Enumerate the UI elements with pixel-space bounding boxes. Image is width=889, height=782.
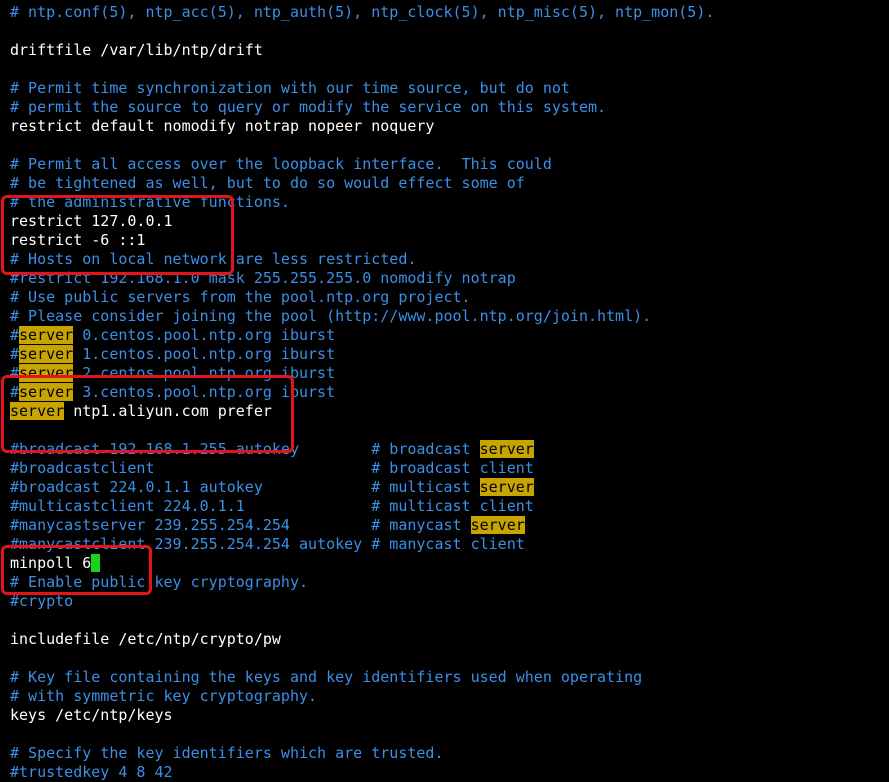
- config-line: restrict -6 ::1: [10, 231, 146, 249]
- config-line: #broadcastclient # broadcast client: [10, 459, 534, 477]
- line-text: #manycastserver 239.255.254.254 # manyca…: [10, 516, 471, 534]
- server-line: #server 1.centos.pool.ntp.org iburst: [10, 345, 335, 364]
- server-address: 0.centos.pool.ntp.org iburst: [73, 326, 336, 344]
- search-match-server: server: [479, 478, 534, 496]
- server-address: 3.centos.pool.ntp.org iburst: [73, 383, 336, 401]
- config-line: #multicastclient 224.0.1.1 # multicast c…: [10, 497, 534, 515]
- config-line: # with symmetric key cryptography.: [10, 687, 318, 705]
- config-line: #broadcast 224.0.1.1 autokey # multicast…: [10, 478, 534, 497]
- config-line: # Please consider joining the pool (http…: [10, 307, 652, 325]
- comment-hash: #: [10, 383, 20, 401]
- server-line: #server 0.centos.pool.ntp.org iburst: [10, 326, 335, 345]
- minpoll-line: minpoll 6: [10, 554, 101, 573]
- server-address: 1.centos.pool.ntp.org iburst: [73, 345, 336, 363]
- config-line: # Specify the key identifiers which are …: [10, 744, 444, 762]
- server-line: #server 3.centos.pool.ntp.org iburst: [10, 383, 335, 402]
- search-match-server: server: [479, 440, 534, 458]
- config-line: # the administrative functions.: [10, 193, 290, 211]
- search-match-server: server: [19, 383, 74, 401]
- config-line: #broadcast 192.168.1.255 autokey # broad…: [10, 440, 534, 459]
- config-line: #manycastserver 239.255.254.254 # manyca…: [10, 516, 525, 535]
- text-cursor[interactable]: [91, 554, 101, 572]
- comment-hash: #: [10, 364, 20, 382]
- config-line: #trustedkey 4 8 42: [10, 763, 173, 781]
- config-line: #manycastclient 239.255.254.254 autokey …: [10, 535, 525, 553]
- server-address: 2.centos.pool.ntp.org iburst: [73, 364, 336, 382]
- terminal-window[interactable]: # ntp.conf(5), ntp_acc(5), ntp_auth(5), …: [0, 0, 889, 781]
- search-match-server: server: [19, 364, 74, 382]
- config-line: # Key file containing the keys and key i…: [10, 668, 643, 686]
- config-line: keys /etc/ntp/keys: [10, 706, 173, 724]
- config-line: # Enable public key cryptography.: [10, 573, 309, 591]
- config-line: restrict default nomodify notrap nopeer …: [10, 117, 435, 135]
- config-line: # Permit all access over the loopback in…: [10, 155, 552, 173]
- line-text: #broadcast 192.168.1.255 autokey # broad…: [10, 440, 480, 458]
- search-match-server: server: [10, 402, 65, 420]
- config-line: # be tightened as well, but to do so wou…: [10, 174, 525, 192]
- config-line: restrict 127.0.0.1: [10, 212, 173, 230]
- line-text: minpoll 6: [10, 554, 92, 572]
- search-match-server: server: [19, 345, 74, 363]
- config-line: #crypto: [10, 592, 74, 610]
- config-line: driftfile /var/lib/ntp/drift: [10, 41, 263, 59]
- server-line-active: server ntp1.aliyun.com prefer: [10, 402, 272, 421]
- config-line: # ntp.conf(5), ntp_acc(5), ntp_auth(5), …: [10, 3, 715, 21]
- config-line: # Hosts on local network are less restri…: [10, 250, 417, 268]
- comment-hash: #: [10, 326, 20, 344]
- config-line: # Use public servers from the pool.ntp.o…: [10, 288, 471, 306]
- config-line: includefile /etc/ntp/crypto/pw: [10, 630, 281, 648]
- server-line: #server 2.centos.pool.ntp.org iburst: [10, 364, 335, 383]
- config-line: # Permit time synchronization with our t…: [10, 79, 570, 97]
- config-line: # permit the source to query or modify t…: [10, 98, 607, 116]
- search-match-server: server: [470, 516, 525, 534]
- line-text: #broadcast 224.0.1.1 autokey # multicast: [10, 478, 480, 496]
- config-line: #restrict 192.168.1.0 mask 255.255.255.0…: [10, 269, 516, 287]
- search-match-server: server: [19, 326, 74, 344]
- comment-hash: #: [10, 345, 20, 363]
- server-address: ntp1.aliyun.com prefer: [64, 402, 272, 420]
